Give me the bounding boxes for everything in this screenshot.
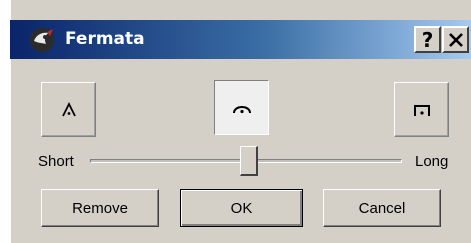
ok-button[interactable]: OK — [180, 189, 303, 227]
app-logo-icon — [30, 28, 54, 52]
slider-min-label: Short — [38, 153, 74, 170]
short-fermata-icon — [61, 101, 76, 116]
long-fermata-button[interactable] — [394, 82, 449, 137]
normal-fermata-icon — [232, 105, 251, 113]
cancel-button[interactable]: Cancel — [323, 189, 441, 227]
duration-slider-thumb[interactable] — [240, 146, 258, 176]
dialog-title: Fermata — [65, 29, 145, 49]
close-icon — [448, 32, 463, 47]
remove-button[interactable]: Remove — [41, 189, 159, 227]
title-bar[interactable]: Fermata ? — [10, 20, 471, 59]
short-fermata-button[interactable] — [41, 82, 96, 137]
normal-fermata-button[interactable] — [214, 80, 269, 135]
long-fermata-icon — [413, 104, 430, 116]
close-button[interactable] — [442, 26, 469, 53]
help-button[interactable]: ? — [414, 26, 441, 53]
slider-max-label: Long — [415, 153, 449, 170]
